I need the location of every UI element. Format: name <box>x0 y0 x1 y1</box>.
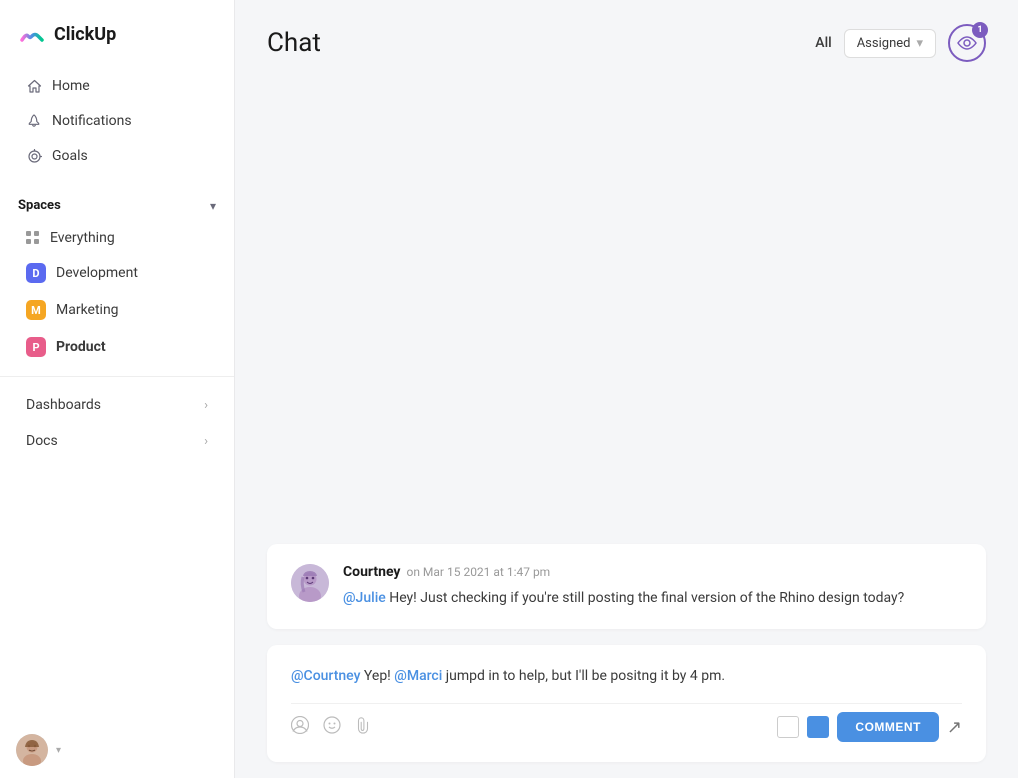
space-marketing-label: Marketing <box>56 302 119 318</box>
message-meta-courtney: Courtney on Mar 15 2021 at 1:47 pm <box>343 564 962 580</box>
space-product-label: Product <box>56 339 106 355</box>
spaces-list: Everything D Development M Marketing P P… <box>0 221 234 366</box>
home-icon <box>26 78 42 94</box>
filter-assigned-label: Assigned <box>857 36 911 51</box>
space-development-label: Development <box>56 265 138 281</box>
clickup-logo-icon <box>18 20 46 48</box>
user-avatar[interactable] <box>16 734 48 766</box>
space-item-marketing[interactable]: M Marketing <box>8 292 226 328</box>
spaces-title: Spaces <box>18 198 61 213</box>
toolbar-right: COMMENT ↗ <box>777 712 962 742</box>
dashboards-chevron-icon: › <box>204 398 208 413</box>
courtney-avatar <box>291 564 329 602</box>
marketing-badge: M <box>26 300 46 320</box>
spaces-header: Spaces ▾ <box>0 186 234 221</box>
message-card-courtney: Courtney on Mar 15 2021 at 1:47 pm @Juli… <box>267 544 986 629</box>
spaces-chevron-icon[interactable]: ▾ <box>210 199 216 213</box>
comment-button[interactable]: COMMENT <box>837 712 939 742</box>
main-content: Chat All Assigned ▾ 1 <box>235 0 1018 778</box>
message-time: on Mar 15 2021 at 1:47 pm <box>406 565 550 579</box>
chat-header: Chat All Assigned ▾ 1 <box>235 0 1018 78</box>
dashboards-label: Dashboards <box>26 397 101 413</box>
development-badge: D <box>26 263 46 283</box>
message-body: Hey! Just checking if you're still posti… <box>386 590 905 606</box>
docs-label: Docs <box>26 433 58 449</box>
goals-icon <box>26 148 42 164</box>
reply-text2: jumpd in to help, but I'll be positng it… <box>442 668 725 684</box>
sidebar-item-home[interactable]: Home <box>8 69 226 103</box>
reply-text: @Courtney Yep! @Marci jumpd in to help, … <box>291 665 962 687</box>
sidebar-item-notifications[interactable]: Notifications <box>8 104 226 138</box>
chat-messages-area: Courtney on Mar 15 2021 at 1:47 pm @Juli… <box>235 78 1018 778</box>
sidebar-item-docs[interactable]: Docs › <box>8 424 226 458</box>
docs-chevron-icon: › <box>204 434 208 449</box>
message-content-courtney: Courtney on Mar 15 2021 at 1:47 pm @Juli… <box>343 564 962 609</box>
space-item-product[interactable]: P Product <box>8 329 226 365</box>
chat-title: Chat <box>267 28 795 58</box>
logo-text: ClickUp <box>54 24 116 45</box>
filter-all-button[interactable]: All <box>815 35 831 51</box>
space-item-everything[interactable]: Everything <box>8 222 226 254</box>
space-item-development[interactable]: D Development <box>8 255 226 291</box>
reply-toolbar: COMMENT ↗ <box>291 703 962 742</box>
reply-mention1[interactable]: @Courtney <box>291 668 360 684</box>
eye-notification-count: 1 <box>972 22 988 38</box>
message-text-courtney: @Julie Hey! Just checking if you're stil… <box>343 588 962 609</box>
toolbar-box-empty[interactable] <box>777 716 799 738</box>
reply-avatar-icon[interactable] <box>291 716 309 738</box>
goals-label: Goals <box>52 148 88 164</box>
toolbar-box-filled[interactable] <box>807 716 829 738</box>
emoji-icon[interactable] <box>323 716 341 738</box>
filter-assigned-chevron-icon: ▾ <box>916 36 923 51</box>
message-mention[interactable]: @Julie <box>343 590 386 606</box>
sidebar-footer: ▾ <box>0 722 234 778</box>
sidebar-item-goals[interactable]: Goals <box>8 139 226 173</box>
eye-badge-button[interactable]: 1 <box>948 24 986 62</box>
reply-text1: Yep! <box>360 668 394 684</box>
filter-assigned-dropdown[interactable]: Assigned ▾ <box>844 29 936 58</box>
notifications-label: Notifications <box>52 113 132 129</box>
logo[interactable]: ClickUp <box>0 0 234 64</box>
cursor-pointer-icon: ↗ <box>947 717 962 738</box>
message-author: Courtney <box>343 564 400 580</box>
sidebar-item-dashboards[interactable]: Dashboards › <box>8 388 226 422</box>
reply-compose-card: @Courtney Yep! @Marci jumpd in to help, … <box>267 645 986 762</box>
everything-grid-icon <box>26 231 40 245</box>
attachment-icon[interactable] <box>355 716 371 738</box>
filter-group: All Assigned ▾ 1 <box>815 24 986 62</box>
sidebar: ClickUp Home Notifications <box>0 0 235 778</box>
user-chevron-icon[interactable]: ▾ <box>56 745 61 756</box>
home-label: Home <box>52 78 90 94</box>
space-everything-label: Everything <box>50 230 115 246</box>
product-badge: P <box>26 337 46 357</box>
bell-icon <box>26 113 42 129</box>
reply-mention2[interactable]: @Marci <box>394 668 442 684</box>
sidebar-nav: Home Notifications Goals <box>0 64 234 178</box>
